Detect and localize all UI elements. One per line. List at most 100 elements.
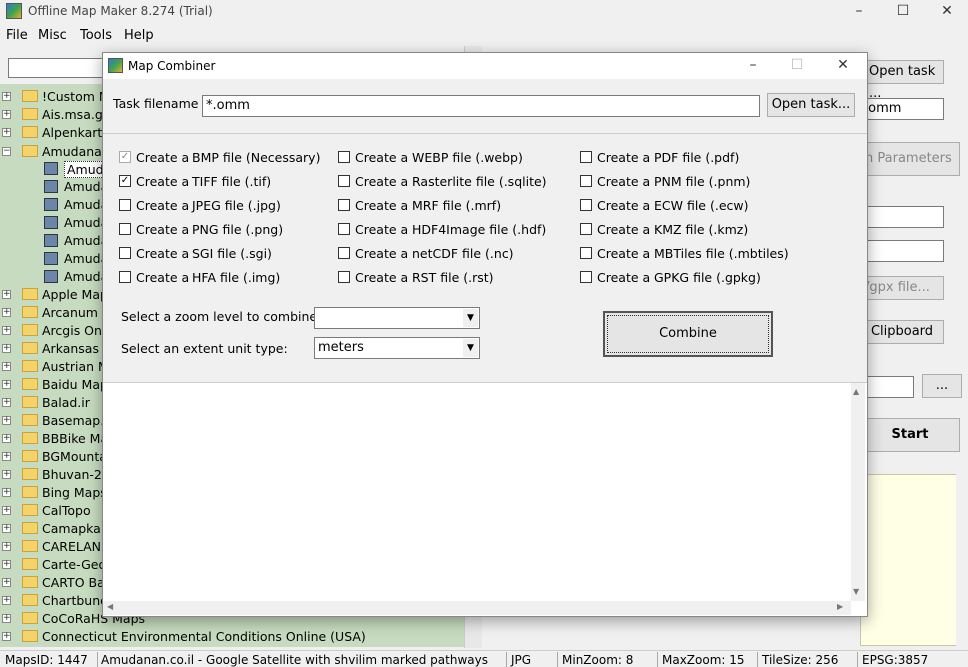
checkbox-label[interactable]: ECW file (.ecw) (654, 198, 748, 213)
menu-tools[interactable]: Tools (80, 28, 112, 43)
format-checkbox[interactable]: ✓ (119, 175, 131, 187)
checkbox-label[interactable]: MRF file (.mrf) (412, 198, 501, 213)
checkbox-label[interactable]: HFA file (.img) (192, 270, 280, 285)
combine-button[interactable]: Combine (603, 311, 773, 357)
scroll-down-icon[interactable]: ▼ (853, 587, 859, 596)
expand-icon[interactable]: + (2, 290, 11, 299)
menu-misc[interactable]: Misc (38, 28, 67, 43)
checkbox-label[interactable]: HDF4Image file (.hdf) (412, 222, 546, 237)
checkbox-label[interactable]: BMP file (Necessary) (192, 150, 320, 165)
format-checkbox[interactable] (119, 199, 131, 211)
checkbox-label[interactable]: PDF file (.pdf) (654, 150, 739, 165)
format-checkbox[interactable] (338, 271, 350, 283)
format-checkbox[interactable] (119, 247, 131, 259)
expand-icon[interactable]: + (2, 488, 11, 497)
log-panel[interactable] (860, 474, 964, 646)
expand-icon[interactable]: + (2, 92, 11, 101)
expand-icon[interactable]: + (2, 596, 11, 605)
collapse-icon[interactable]: − (2, 147, 11, 156)
format-checkbox[interactable] (338, 247, 350, 259)
checkbox-label[interactable]: RST file (.rst) (412, 270, 494, 285)
format-checkbox[interactable] (580, 151, 592, 163)
close-icon[interactable]: ✕ (924, 0, 968, 24)
format-checkbox[interactable] (580, 271, 592, 283)
checkbox-label[interactable]: GPKG file (.gpkg) (654, 270, 761, 285)
open-task-button[interactable]: Open task ... (862, 60, 944, 101)
checkbox-label[interactable]: SGI file (.sgi) (192, 246, 272, 261)
checkbox-prefix: Create a (597, 270, 651, 285)
dialog-minimize-icon[interactable]: – (731, 55, 775, 77)
log-scrollbar[interactable] (956, 474, 968, 646)
format-checkbox[interactable] (119, 271, 131, 283)
combiner-log-area[interactable]: ▲ ▼ ◀ ▶ (103, 382, 867, 616)
expand-icon[interactable]: + (2, 470, 11, 479)
format-checkbox[interactable] (338, 223, 350, 235)
expand-icon[interactable]: + (2, 542, 11, 551)
log-horizontal-scrollbar[interactable]: ◀ ▶ (103, 601, 851, 615)
browse-button[interactable]: ... (922, 374, 962, 398)
expand-icon[interactable]: + (2, 632, 11, 641)
expand-icon[interactable]: + (2, 362, 11, 371)
checkbox-label[interactable]: TIFF file (.tif) (192, 174, 271, 189)
scroll-left-icon[interactable]: ◀ (107, 602, 113, 611)
checkbox-label[interactable]: PNM file (.pnm) (654, 174, 750, 189)
map-search-input[interactable] (8, 58, 108, 78)
format-checkbox[interactable] (580, 247, 592, 259)
parameters-button[interactable]: n Parameters (860, 142, 960, 176)
expand-icon[interactable]: + (2, 110, 11, 119)
task-filename-field[interactable]: .omm (860, 98, 944, 120)
clipboard-button[interactable]: Clipboard (860, 320, 944, 344)
expand-icon[interactable]: + (2, 128, 11, 137)
checkbox-prefix: Create a (136, 270, 190, 285)
folder-icon (22, 576, 38, 588)
format-checkbox[interactable] (338, 151, 350, 163)
scroll-up-icon[interactable]: ▲ (853, 387, 859, 396)
expand-icon[interactable]: + (2, 308, 11, 317)
menu-file[interactable]: File (6, 28, 28, 43)
right-field-2[interactable] (860, 240, 944, 262)
format-checkbox[interactable] (338, 199, 350, 211)
expand-icon[interactable]: + (2, 380, 11, 389)
expand-icon[interactable]: + (2, 452, 11, 461)
scroll-right-icon[interactable]: ▶ (837, 602, 843, 611)
format-checkbox[interactable] (580, 175, 592, 187)
format-checkbox[interactable] (580, 199, 592, 211)
extent-unit-select[interactable]: meters ▼ (314, 337, 480, 359)
gpx-file-button[interactable]: /gpx file... (860, 276, 944, 300)
expand-icon[interactable]: + (2, 398, 11, 407)
checkbox-label[interactable]: Rasterlite file (.sqlite) (412, 174, 547, 189)
minimize-icon[interactable]: – (836, 0, 882, 24)
right-field-1[interactable] (860, 206, 944, 228)
checkbox-label[interactable]: JPEG file (.jpg) (192, 198, 281, 213)
dialog-close-icon[interactable]: ✕ (821, 55, 865, 77)
checkbox-label[interactable]: MBTiles file (.mbtiles) (654, 246, 789, 261)
expand-icon[interactable]: + (2, 578, 11, 587)
map-icon (44, 234, 58, 247)
expand-icon[interactable]: + (2, 344, 11, 353)
tree-row[interactable]: + Connecticut Environmental Conditions On… (0, 628, 466, 646)
expand-icon[interactable]: + (2, 506, 11, 515)
output-path-field[interactable] (860, 376, 914, 398)
menu-help[interactable]: Help (124, 28, 154, 43)
format-checkbox[interactable] (119, 223, 131, 235)
expand-icon[interactable]: + (2, 614, 11, 623)
dialog-open-task-button[interactable]: Open task... (767, 93, 855, 117)
zoom-level-select[interactable]: ▼ (314, 307, 480, 329)
format-checkbox[interactable] (338, 175, 350, 187)
expand-icon[interactable]: + (2, 524, 11, 533)
task-filename-input[interactable]: *.omm (202, 95, 760, 117)
dialog-title: Map Combiner (128, 59, 216, 73)
checkbox-label[interactable]: netCDF file (.nc) (412, 246, 514, 261)
checkbox-label[interactable]: PNG file (.png) (192, 222, 283, 237)
log-vertical-scrollbar[interactable]: ▲ ▼ (851, 383, 865, 601)
expand-icon[interactable]: + (2, 434, 11, 443)
folder-icon (22, 396, 38, 408)
expand-icon[interactable]: + (2, 326, 11, 335)
format-checkbox[interactable] (580, 223, 592, 235)
maximize-icon[interactable]: ☐ (880, 0, 926, 24)
checkbox-label[interactable]: WEBP file (.webp) (412, 150, 523, 165)
expand-icon[interactable]: + (2, 560, 11, 569)
start-button[interactable]: Start (860, 418, 960, 452)
expand-icon[interactable]: + (2, 416, 11, 425)
checkbox-label[interactable]: KMZ file (.kmz) (654, 222, 748, 237)
